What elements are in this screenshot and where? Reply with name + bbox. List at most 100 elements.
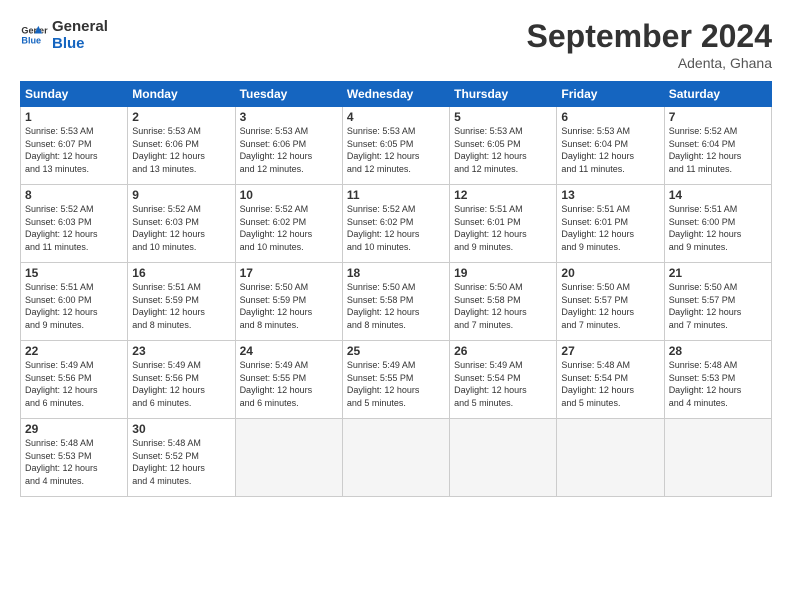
calendar-cell: 25Sunrise: 5:49 AM Sunset: 5:55 PM Dayli… [342,341,449,419]
cell-details: Sunrise: 5:51 AM Sunset: 5:59 PM Dayligh… [132,281,230,331]
day-number: 3 [240,110,338,124]
calendar-cell: 29Sunrise: 5:48 AM Sunset: 5:53 PM Dayli… [21,419,128,497]
cell-details: Sunrise: 5:49 AM Sunset: 5:56 PM Dayligh… [25,359,123,409]
day-number: 30 [132,422,230,436]
weekday-header-sunday: Sunday [21,82,128,107]
calendar-cell: 2Sunrise: 5:53 AM Sunset: 6:06 PM Daylig… [128,107,235,185]
cell-details: Sunrise: 5:51 AM Sunset: 6:01 PM Dayligh… [561,203,659,253]
cell-details: Sunrise: 5:48 AM Sunset: 5:53 PM Dayligh… [25,437,123,487]
weekday-header-saturday: Saturday [664,82,771,107]
cell-details: Sunrise: 5:51 AM Sunset: 6:00 PM Dayligh… [669,203,767,253]
cell-details: Sunrise: 5:50 AM Sunset: 5:57 PM Dayligh… [669,281,767,331]
calendar-week-row: 15Sunrise: 5:51 AM Sunset: 6:00 PM Dayli… [21,263,772,341]
calendar-cell: 22Sunrise: 5:49 AM Sunset: 5:56 PM Dayli… [21,341,128,419]
day-number: 19 [454,266,552,280]
day-number: 21 [669,266,767,280]
day-number: 8 [25,188,123,202]
logo-blue: Blue [52,35,108,52]
cell-details: Sunrise: 5:48 AM Sunset: 5:53 PM Dayligh… [669,359,767,409]
cell-details: Sunrise: 5:48 AM Sunset: 5:54 PM Dayligh… [561,359,659,409]
day-number: 4 [347,110,445,124]
day-number: 11 [347,188,445,202]
calendar-cell: 24Sunrise: 5:49 AM Sunset: 5:55 PM Dayli… [235,341,342,419]
calendar-cell: 10Sunrise: 5:52 AM Sunset: 6:02 PM Dayli… [235,185,342,263]
weekday-header-monday: Monday [128,82,235,107]
logo-icon: General Blue [20,21,48,49]
cell-details: Sunrise: 5:49 AM Sunset: 5:55 PM Dayligh… [240,359,338,409]
calendar-cell: 9Sunrise: 5:52 AM Sunset: 6:03 PM Daylig… [128,185,235,263]
day-number: 25 [347,344,445,358]
calendar-cell [342,419,449,497]
title-block: September 2024 Adenta, Ghana [527,18,772,71]
calendar-cell: 16Sunrise: 5:51 AM Sunset: 5:59 PM Dayli… [128,263,235,341]
calendar-cell: 4Sunrise: 5:53 AM Sunset: 6:05 PM Daylig… [342,107,449,185]
calendar-cell: 18Sunrise: 5:50 AM Sunset: 5:58 PM Dayli… [342,263,449,341]
day-number: 10 [240,188,338,202]
cell-details: Sunrise: 5:53 AM Sunset: 6:06 PM Dayligh… [240,125,338,175]
day-number: 2 [132,110,230,124]
day-number: 14 [669,188,767,202]
cell-details: Sunrise: 5:50 AM Sunset: 5:58 PM Dayligh… [347,281,445,331]
calendar-cell: 7Sunrise: 5:52 AM Sunset: 6:04 PM Daylig… [664,107,771,185]
month-year-title: September 2024 [527,18,772,55]
day-number: 7 [669,110,767,124]
calendar-cell: 28Sunrise: 5:48 AM Sunset: 5:53 PM Dayli… [664,341,771,419]
calendar-week-row: 1Sunrise: 5:53 AM Sunset: 6:07 PM Daylig… [21,107,772,185]
cell-details: Sunrise: 5:52 AM Sunset: 6:02 PM Dayligh… [347,203,445,253]
weekday-header-friday: Friday [557,82,664,107]
location-label: Adenta, Ghana [527,55,772,71]
day-number: 23 [132,344,230,358]
calendar-cell: 15Sunrise: 5:51 AM Sunset: 6:00 PM Dayli… [21,263,128,341]
logo-general: General [52,18,108,35]
day-number: 26 [454,344,552,358]
cell-details: Sunrise: 5:53 AM Sunset: 6:05 PM Dayligh… [454,125,552,175]
calendar-cell: 14Sunrise: 5:51 AM Sunset: 6:00 PM Dayli… [664,185,771,263]
calendar-week-row: 29Sunrise: 5:48 AM Sunset: 5:53 PM Dayli… [21,419,772,497]
cell-details: Sunrise: 5:52 AM Sunset: 6:03 PM Dayligh… [25,203,123,253]
cell-details: Sunrise: 5:48 AM Sunset: 5:52 PM Dayligh… [132,437,230,487]
cell-details: Sunrise: 5:52 AM Sunset: 6:04 PM Dayligh… [669,125,767,175]
day-number: 13 [561,188,659,202]
cell-details: Sunrise: 5:50 AM Sunset: 5:57 PM Dayligh… [561,281,659,331]
calendar-cell: 3Sunrise: 5:53 AM Sunset: 6:06 PM Daylig… [235,107,342,185]
calendar-cell: 6Sunrise: 5:53 AM Sunset: 6:04 PM Daylig… [557,107,664,185]
calendar-cell: 12Sunrise: 5:51 AM Sunset: 6:01 PM Dayli… [450,185,557,263]
day-number: 24 [240,344,338,358]
svg-text:General: General [21,26,48,36]
day-number: 6 [561,110,659,124]
cell-details: Sunrise: 5:49 AM Sunset: 5:55 PM Dayligh… [347,359,445,409]
weekday-header-row: SundayMondayTuesdayWednesdayThursdayFrid… [21,82,772,107]
calendar-cell: 5Sunrise: 5:53 AM Sunset: 6:05 PM Daylig… [450,107,557,185]
calendar-week-row: 8Sunrise: 5:52 AM Sunset: 6:03 PM Daylig… [21,185,772,263]
cell-details: Sunrise: 5:52 AM Sunset: 6:02 PM Dayligh… [240,203,338,253]
cell-details: Sunrise: 5:49 AM Sunset: 5:54 PM Dayligh… [454,359,552,409]
day-number: 15 [25,266,123,280]
calendar-week-row: 22Sunrise: 5:49 AM Sunset: 5:56 PM Dayli… [21,341,772,419]
calendar-cell: 17Sunrise: 5:50 AM Sunset: 5:59 PM Dayli… [235,263,342,341]
cell-details: Sunrise: 5:53 AM Sunset: 6:04 PM Dayligh… [561,125,659,175]
logo: General Blue General Blue [20,18,108,53]
cell-details: Sunrise: 5:53 AM Sunset: 6:06 PM Dayligh… [132,125,230,175]
calendar-cell: 26Sunrise: 5:49 AM Sunset: 5:54 PM Dayli… [450,341,557,419]
calendar-cell: 20Sunrise: 5:50 AM Sunset: 5:57 PM Dayli… [557,263,664,341]
calendar-cell [664,419,771,497]
day-number: 28 [669,344,767,358]
calendar-cell: 8Sunrise: 5:52 AM Sunset: 6:03 PM Daylig… [21,185,128,263]
day-number: 5 [454,110,552,124]
calendar-cell [557,419,664,497]
cell-details: Sunrise: 5:52 AM Sunset: 6:03 PM Dayligh… [132,203,230,253]
page: General Blue General Blue September 2024… [0,0,792,612]
calendar-cell: 11Sunrise: 5:52 AM Sunset: 6:02 PM Dayli… [342,185,449,263]
day-number: 27 [561,344,659,358]
day-number: 16 [132,266,230,280]
calendar-cell: 13Sunrise: 5:51 AM Sunset: 6:01 PM Dayli… [557,185,664,263]
calendar-cell [235,419,342,497]
cell-details: Sunrise: 5:50 AM Sunset: 5:58 PM Dayligh… [454,281,552,331]
day-number: 18 [347,266,445,280]
day-number: 17 [240,266,338,280]
day-number: 22 [25,344,123,358]
calendar-cell [450,419,557,497]
day-number: 9 [132,188,230,202]
cell-details: Sunrise: 5:49 AM Sunset: 5:56 PM Dayligh… [132,359,230,409]
calendar-cell: 19Sunrise: 5:50 AM Sunset: 5:58 PM Dayli… [450,263,557,341]
